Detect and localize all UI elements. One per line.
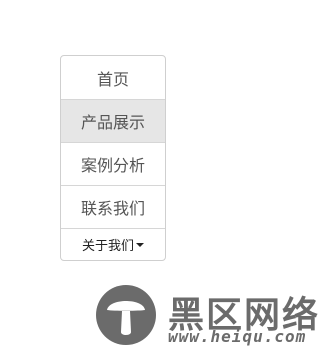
vertical-nav: 首页 产品展示 案例分析 联系我们 关于我们 [60,55,166,261]
nav-item-contact[interactable]: 联系我们 [61,185,165,228]
mushroom-logo-icon [96,285,156,345]
nav-item-label: 首页 [96,69,129,89]
caret-down-icon [136,242,144,247]
nav-item-label: 案例分析 [80,156,145,175]
page: 首页 产品展示 案例分析 联系我们 关于我们 黑区网络 www.heiqu.co… [0,0,328,351]
nav-item-products[interactable]: 产品展示 [61,99,165,142]
nav-item-cases[interactable]: 案例分析 [61,142,165,185]
nav-item-home[interactable]: 首页 [61,56,165,99]
nav-item-label: 联系我们 [80,199,145,218]
nav-dropdown-about[interactable]: 关于我们 [61,228,165,260]
watermark-url: www.heiqu.com [168,327,307,346]
nav-dropdown-label: 关于我们 [81,239,134,254]
nav-item-label: 产品展示 [80,113,145,132]
